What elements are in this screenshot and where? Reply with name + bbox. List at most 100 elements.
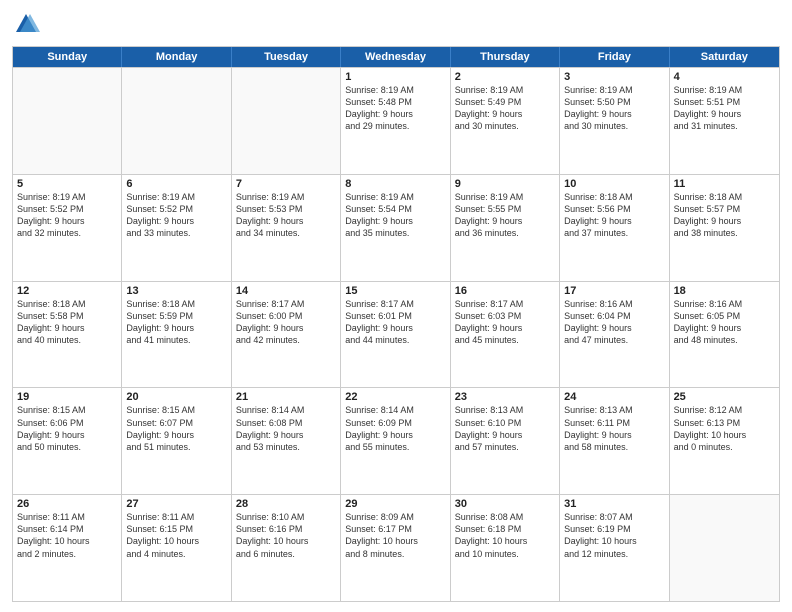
calendar-cell-3-5: 24Sunrise: 8:13 AM Sunset: 6:11 PM Dayli…: [560, 388, 669, 494]
day-number: 12: [17, 285, 117, 297]
day-number: 9: [455, 178, 555, 190]
cell-info: Sunrise: 8:11 AM Sunset: 6:14 PM Dayligh…: [17, 511, 117, 560]
cell-info: Sunrise: 8:11 AM Sunset: 6:15 PM Dayligh…: [126, 511, 226, 560]
day-number: 11: [674, 178, 775, 190]
calendar-cell-2-0: 12Sunrise: 8:18 AM Sunset: 5:58 PM Dayli…: [13, 282, 122, 388]
calendar-cell-2-1: 13Sunrise: 8:18 AM Sunset: 5:59 PM Dayli…: [122, 282, 231, 388]
calendar-row-1: 5Sunrise: 8:19 AM Sunset: 5:52 PM Daylig…: [13, 174, 779, 281]
day-number: 17: [564, 285, 664, 297]
day-number: 6: [126, 178, 226, 190]
calendar-cell-2-5: 17Sunrise: 8:16 AM Sunset: 6:04 PM Dayli…: [560, 282, 669, 388]
calendar-cell-2-4: 16Sunrise: 8:17 AM Sunset: 6:03 PM Dayli…: [451, 282, 560, 388]
day-number: 10: [564, 178, 664, 190]
calendar-cell-1-3: 8Sunrise: 8:19 AM Sunset: 5:54 PM Daylig…: [341, 175, 450, 281]
page: SundayMondayTuesdayWednesdayThursdayFrid…: [0, 0, 792, 612]
calendar-cell-2-6: 18Sunrise: 8:16 AM Sunset: 6:05 PM Dayli…: [670, 282, 779, 388]
day-number: 14: [236, 285, 336, 297]
calendar-cell-3-1: 20Sunrise: 8:15 AM Sunset: 6:07 PM Dayli…: [122, 388, 231, 494]
calendar-cell-0-2: [232, 68, 341, 174]
calendar-cell-1-2: 7Sunrise: 8:19 AM Sunset: 5:53 PM Daylig…: [232, 175, 341, 281]
cell-info: Sunrise: 8:13 AM Sunset: 6:10 PM Dayligh…: [455, 404, 555, 453]
header-day-thursday: Thursday: [451, 47, 560, 67]
calendar-cell-0-5: 3Sunrise: 8:19 AM Sunset: 5:50 PM Daylig…: [560, 68, 669, 174]
cell-info: Sunrise: 8:08 AM Sunset: 6:18 PM Dayligh…: [455, 511, 555, 560]
calendar-cell-3-3: 22Sunrise: 8:14 AM Sunset: 6:09 PM Dayli…: [341, 388, 450, 494]
cell-info: Sunrise: 8:19 AM Sunset: 5:50 PM Dayligh…: [564, 84, 664, 133]
cell-info: Sunrise: 8:14 AM Sunset: 6:08 PM Dayligh…: [236, 404, 336, 453]
header-day-sunday: Sunday: [13, 47, 122, 67]
day-number: 18: [674, 285, 775, 297]
calendar-body: 1Sunrise: 8:19 AM Sunset: 5:48 PM Daylig…: [13, 67, 779, 601]
day-number: 1: [345, 71, 445, 83]
cell-info: Sunrise: 8:13 AM Sunset: 6:11 PM Dayligh…: [564, 404, 664, 453]
day-number: 5: [17, 178, 117, 190]
day-number: 21: [236, 391, 336, 403]
day-number: 20: [126, 391, 226, 403]
cell-info: Sunrise: 8:18 AM Sunset: 5:56 PM Dayligh…: [564, 191, 664, 240]
calendar-cell-0-6: 4Sunrise: 8:19 AM Sunset: 5:51 PM Daylig…: [670, 68, 779, 174]
calendar-cell-0-0: [13, 68, 122, 174]
day-number: 22: [345, 391, 445, 403]
calendar-header: SundayMondayTuesdayWednesdayThursdayFrid…: [13, 47, 779, 67]
calendar-cell-3-0: 19Sunrise: 8:15 AM Sunset: 6:06 PM Dayli…: [13, 388, 122, 494]
day-number: 16: [455, 285, 555, 297]
cell-info: Sunrise: 8:15 AM Sunset: 6:06 PM Dayligh…: [17, 404, 117, 453]
calendar-row-2: 12Sunrise: 8:18 AM Sunset: 5:58 PM Dayli…: [13, 281, 779, 388]
header-day-wednesday: Wednesday: [341, 47, 450, 67]
calendar-cell-0-4: 2Sunrise: 8:19 AM Sunset: 5:49 PM Daylig…: [451, 68, 560, 174]
cell-info: Sunrise: 8:19 AM Sunset: 5:49 PM Dayligh…: [455, 84, 555, 133]
day-number: 29: [345, 498, 445, 510]
cell-info: Sunrise: 8:18 AM Sunset: 5:58 PM Dayligh…: [17, 298, 117, 347]
calendar: SundayMondayTuesdayWednesdayThursdayFrid…: [12, 46, 780, 602]
logo-icon: [12, 10, 40, 38]
calendar-cell-0-1: [122, 68, 231, 174]
cell-info: Sunrise: 8:19 AM Sunset: 5:51 PM Dayligh…: [674, 84, 775, 133]
calendar-cell-1-5: 10Sunrise: 8:18 AM Sunset: 5:56 PM Dayli…: [560, 175, 669, 281]
day-number: 30: [455, 498, 555, 510]
day-number: 7: [236, 178, 336, 190]
cell-info: Sunrise: 8:19 AM Sunset: 5:52 PM Dayligh…: [17, 191, 117, 240]
cell-info: Sunrise: 8:15 AM Sunset: 6:07 PM Dayligh…: [126, 404, 226, 453]
calendar-cell-4-0: 26Sunrise: 8:11 AM Sunset: 6:14 PM Dayli…: [13, 495, 122, 601]
cell-info: Sunrise: 8:18 AM Sunset: 5:57 PM Dayligh…: [674, 191, 775, 240]
day-number: 26: [17, 498, 117, 510]
logo: [12, 10, 44, 38]
calendar-cell-1-4: 9Sunrise: 8:19 AM Sunset: 5:55 PM Daylig…: [451, 175, 560, 281]
day-number: 28: [236, 498, 336, 510]
day-number: 15: [345, 285, 445, 297]
day-number: 2: [455, 71, 555, 83]
day-number: 13: [126, 285, 226, 297]
calendar-cell-3-6: 25Sunrise: 8:12 AM Sunset: 6:13 PM Dayli…: [670, 388, 779, 494]
cell-info: Sunrise: 8:19 AM Sunset: 5:54 PM Dayligh…: [345, 191, 445, 240]
day-number: 23: [455, 391, 555, 403]
day-number: 3: [564, 71, 664, 83]
cell-info: Sunrise: 8:12 AM Sunset: 6:13 PM Dayligh…: [674, 404, 775, 453]
cell-info: Sunrise: 8:16 AM Sunset: 6:05 PM Dayligh…: [674, 298, 775, 347]
header: [12, 10, 780, 38]
calendar-cell-2-2: 14Sunrise: 8:17 AM Sunset: 6:00 PM Dayli…: [232, 282, 341, 388]
header-day-tuesday: Tuesday: [232, 47, 341, 67]
calendar-cell-4-2: 28Sunrise: 8:10 AM Sunset: 6:16 PM Dayli…: [232, 495, 341, 601]
cell-info: Sunrise: 8:16 AM Sunset: 6:04 PM Dayligh…: [564, 298, 664, 347]
cell-info: Sunrise: 8:19 AM Sunset: 5:53 PM Dayligh…: [236, 191, 336, 240]
day-number: 31: [564, 498, 664, 510]
calendar-cell-4-6: [670, 495, 779, 601]
cell-info: Sunrise: 8:09 AM Sunset: 6:17 PM Dayligh…: [345, 511, 445, 560]
cell-info: Sunrise: 8:17 AM Sunset: 6:00 PM Dayligh…: [236, 298, 336, 347]
calendar-row-4: 26Sunrise: 8:11 AM Sunset: 6:14 PM Dayli…: [13, 494, 779, 601]
calendar-cell-0-3: 1Sunrise: 8:19 AM Sunset: 5:48 PM Daylig…: [341, 68, 450, 174]
calendar-cell-4-3: 29Sunrise: 8:09 AM Sunset: 6:17 PM Dayli…: [341, 495, 450, 601]
calendar-cell-2-3: 15Sunrise: 8:17 AM Sunset: 6:01 PM Dayli…: [341, 282, 450, 388]
cell-info: Sunrise: 8:18 AM Sunset: 5:59 PM Dayligh…: [126, 298, 226, 347]
calendar-cell-1-6: 11Sunrise: 8:18 AM Sunset: 5:57 PM Dayli…: [670, 175, 779, 281]
cell-info: Sunrise: 8:07 AM Sunset: 6:19 PM Dayligh…: [564, 511, 664, 560]
cell-info: Sunrise: 8:19 AM Sunset: 5:48 PM Dayligh…: [345, 84, 445, 133]
calendar-cell-3-2: 21Sunrise: 8:14 AM Sunset: 6:08 PM Dayli…: [232, 388, 341, 494]
day-number: 25: [674, 391, 775, 403]
header-day-monday: Monday: [122, 47, 231, 67]
calendar-row-0: 1Sunrise: 8:19 AM Sunset: 5:48 PM Daylig…: [13, 67, 779, 174]
day-number: 19: [17, 391, 117, 403]
cell-info: Sunrise: 8:19 AM Sunset: 5:52 PM Dayligh…: [126, 191, 226, 240]
cell-info: Sunrise: 8:14 AM Sunset: 6:09 PM Dayligh…: [345, 404, 445, 453]
calendar-row-3: 19Sunrise: 8:15 AM Sunset: 6:06 PM Dayli…: [13, 387, 779, 494]
